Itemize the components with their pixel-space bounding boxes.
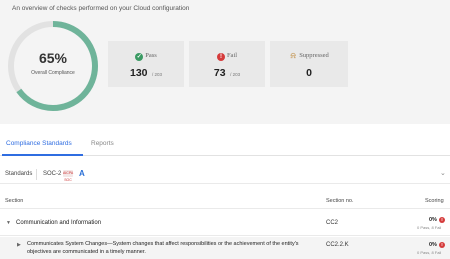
pass-card[interactable]: ✓ Pass 130 / 203 xyxy=(108,41,184,87)
tab-compliance-standards[interactable]: Compliance Standards xyxy=(6,140,72,147)
compliance-donut-chart xyxy=(8,21,98,111)
pass-count: 130 xyxy=(130,67,148,79)
suppressed-count: 0 xyxy=(306,67,312,79)
row-title: Communicates System Changes—System chang… xyxy=(27,241,299,255)
azure-logo-icon: A xyxy=(79,169,85,178)
compliance-percent: 65% xyxy=(38,50,68,66)
fail-total: / 203 xyxy=(230,72,241,77)
check-circle-icon: ✓ xyxy=(135,53,144,61)
row-section-no: CC2.2.K xyxy=(326,242,349,248)
suppressed-label: Suppressed xyxy=(299,52,329,59)
suppressed-card-header: ⍾ Suppressed xyxy=(270,52,348,60)
pass-label: Pass xyxy=(145,52,157,59)
column-header-section-no: Section no. xyxy=(326,198,354,204)
tab-reports[interactable]: Reports xyxy=(91,140,114,147)
standards-divider xyxy=(36,169,37,180)
caret-right-icon[interactable]: ▶ xyxy=(17,242,21,248)
standards-label: Standards xyxy=(5,171,33,177)
row-section-no: CC2 xyxy=(326,220,339,226)
suppressed-value-row: 0 xyxy=(270,63,348,81)
table-header: Section Section no. Scoring xyxy=(0,196,450,209)
row-title: Communication and Information xyxy=(16,220,102,226)
row-score: 0% xyxy=(429,242,437,248)
column-header-section: Section xyxy=(5,198,24,204)
fail-card[interactable]: ! Fail 73 / 203 xyxy=(189,41,265,87)
tab-bar: Compliance Standards Reports xyxy=(0,135,450,156)
fail-value-row: 73 / 203 xyxy=(189,63,265,81)
table-row[interactable]: ▶ Communicates System Changes—System cha… xyxy=(0,237,450,259)
standards-selector[interactable]: Standards SOC-2 AICPA SOC A ⌄ xyxy=(0,167,450,184)
caret-down-icon[interactable]: ▼ xyxy=(6,220,11,226)
overview-panel: An overview of checks performed on your … xyxy=(0,0,450,124)
selected-standard: SOC-2 xyxy=(43,171,62,177)
row-score-breakdown: 0 Pass, 8 Fail xyxy=(417,225,442,230)
compliance-label: Overall Compliance xyxy=(31,70,75,76)
active-tab-indicator xyxy=(2,154,83,156)
fail-dot-icon: ! xyxy=(439,217,445,223)
fail-card-header: ! Fail xyxy=(189,52,265,61)
exclamation-circle-icon: ! xyxy=(216,53,225,61)
column-header-scoring: Scoring xyxy=(425,198,444,204)
aicpa-soc-logo-icon: AICPA SOC xyxy=(63,170,74,182)
bell-off-icon: ⍾ xyxy=(290,51,296,60)
suppressed-card[interactable]: ⍾ Suppressed 0 xyxy=(270,41,348,87)
row-score: 0% xyxy=(429,217,437,223)
overview-intro-text: An overview of checks performed on your … xyxy=(12,5,190,12)
pass-card-header: ✓ Pass xyxy=(108,52,184,61)
row-score-breakdown: 0 Pass, 8 Fail xyxy=(417,250,442,255)
table-row[interactable]: ▼ Communication and Information CC2 0% !… xyxy=(0,212,450,236)
fail-count: 73 xyxy=(213,67,226,79)
pass-value-row: 130 / 203 xyxy=(108,63,184,81)
chevron-down-icon[interactable]: ⌄ xyxy=(440,169,446,177)
pass-total: / 203 xyxy=(151,72,162,77)
fail-label: Fail xyxy=(226,52,238,59)
fail-dot-icon: ! xyxy=(439,242,445,248)
